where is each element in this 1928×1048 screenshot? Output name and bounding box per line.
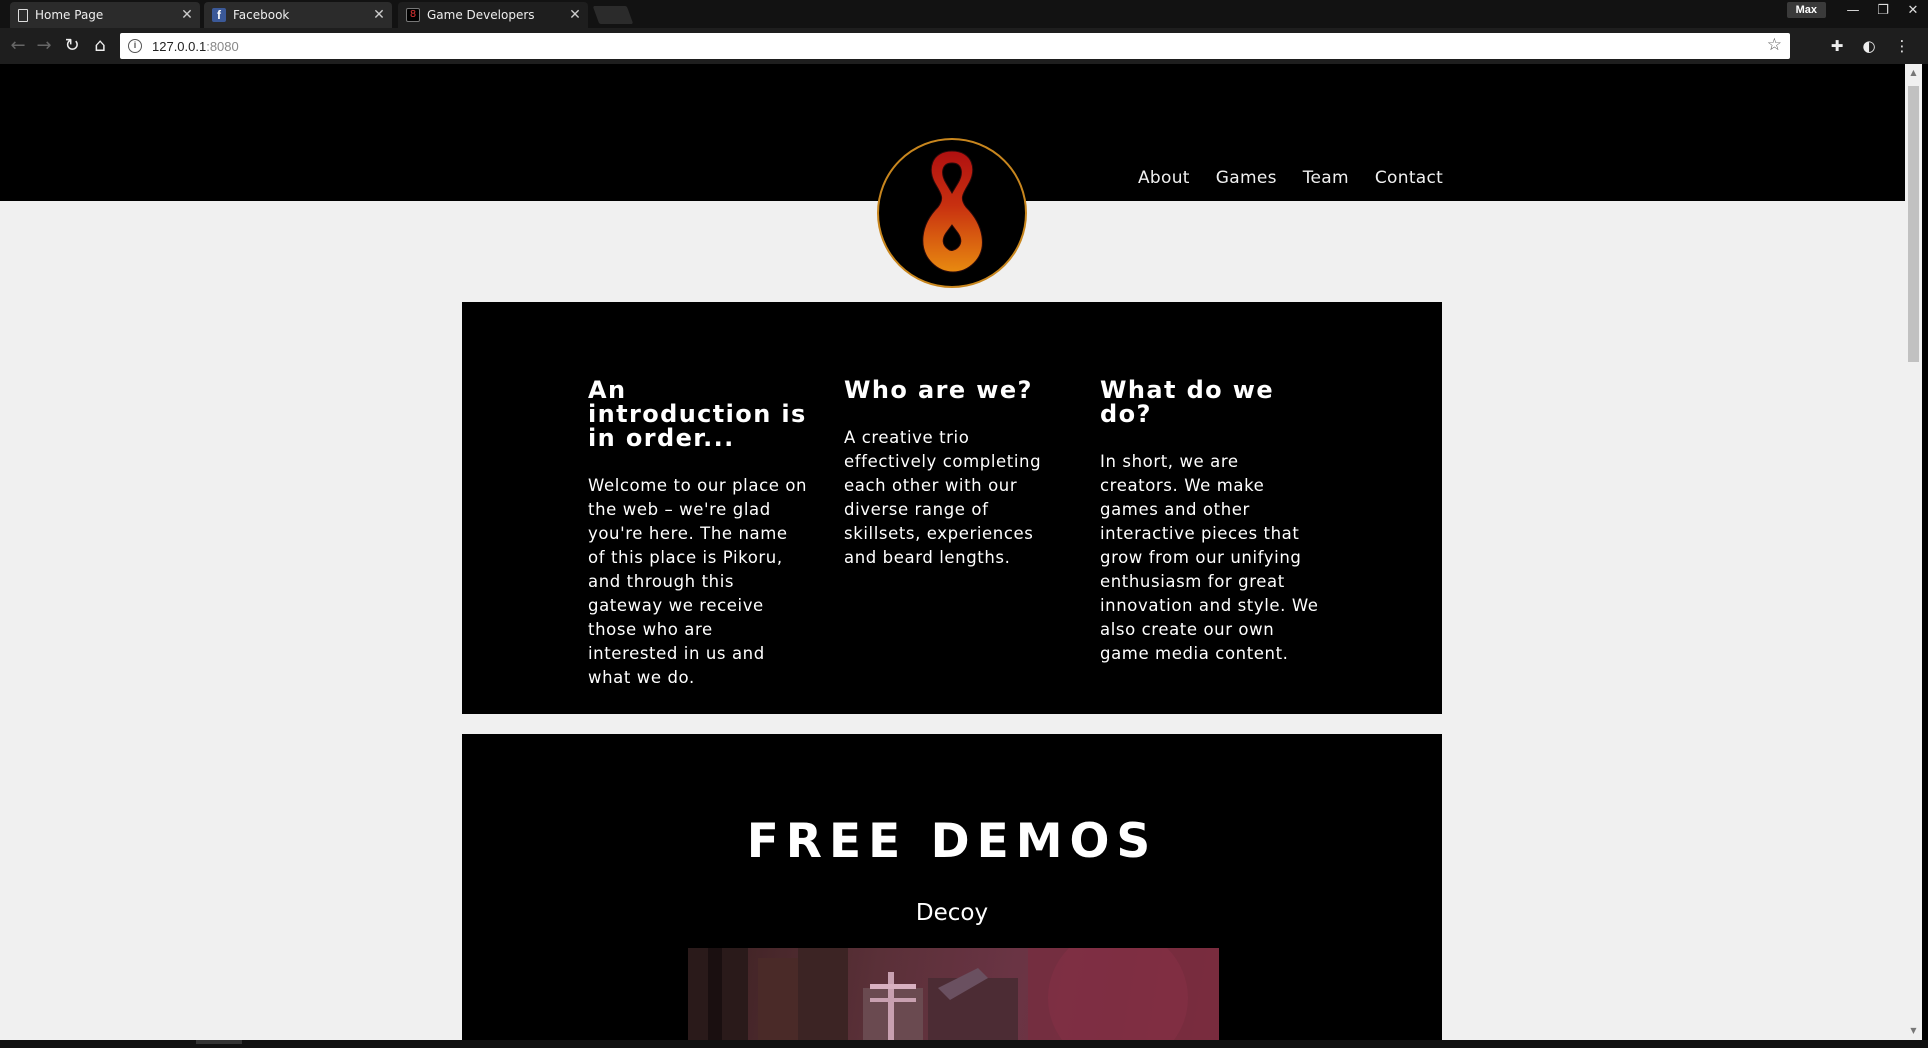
free-demos-section: FREE DEMOS Decoy [462, 734, 1442, 1040]
extension-icon[interactable]: ◐ [1860, 37, 1878, 55]
page-icon [18, 8, 28, 22]
main-nav: About Games Team Contact [1138, 168, 1443, 188]
taskbar-strip [0, 1040, 1928, 1048]
tab-game-developers[interactable]: 8 Game Developers ✕ [398, 2, 588, 28]
column-heading: What do we do? [1100, 376, 1275, 428]
web-page: About Games Team Contact An introduction… [0, 64, 1905, 1040]
logo-figure-eight-icon [922, 150, 983, 273]
browser-toolbar: ← → ↻ ⌂ i 127.0.0.1:8080 ☆ ✚ ◐ ⋮ [0, 28, 1928, 64]
window-controls: Max — ❐ ✕ [1786, 0, 1928, 20]
minimize-icon[interactable]: — [1838, 3, 1868, 18]
tab-label: Home Page [35, 8, 104, 22]
close-icon[interactable]: ✕ [566, 7, 584, 23]
section-title: FREE DEMOS [746, 814, 1158, 869]
scroll-thumb[interactable] [1908, 86, 1919, 362]
bookmark-star-icon[interactable]: ☆ [1767, 35, 1782, 55]
tab-label: Facebook [233, 8, 290, 22]
pikoru-icon: 8 [406, 8, 420, 22]
close-icon[interactable]: ✕ [178, 7, 196, 23]
pikoru-logo[interactable] [877, 138, 1027, 288]
page-scrollbar[interactable]: ▲ ▼ [1905, 64, 1922, 1040]
facebook-icon: f [212, 8, 226, 22]
menu-icon[interactable]: ⋮ [1893, 37, 1911, 55]
column-heading: An introduction is in order... [588, 376, 807, 452]
demo-title[interactable]: Decoy [462, 900, 1442, 926]
url-host: 127.0.0.1 [152, 38, 207, 54]
scroll-up-icon[interactable]: ▲ [1905, 68, 1922, 77]
intro-section: An introduction is in order... Welcome t… [462, 302, 1442, 714]
close-window-icon[interactable]: ✕ [1898, 3, 1928, 18]
column-text: In short, we are creators. We make games… [1100, 452, 1319, 663]
extension-icon[interactable]: ✚ [1828, 37, 1846, 55]
column-text: Welcome to our place on the web – we're … [588, 476, 808, 687]
column-heading: Who are we? [844, 376, 1033, 404]
taskbar-indicator [196, 1040, 242, 1044]
tab-label: Game Developers [427, 8, 535, 22]
nav-link-contact[interactable]: Contact [1375, 168, 1443, 188]
intro-column: What do we do? In short, we are creators… [1100, 378, 1320, 666]
info-icon[interactable]: i [128, 39, 142, 53]
demo-scene-graphic [688, 948, 1219, 1040]
tab-strip: Home Page ✕ f Facebook ✕ 8 Game Develope… [0, 0, 1928, 28]
new-tab-button[interactable] [592, 6, 634, 24]
home-icon[interactable]: ⌂ [88, 34, 112, 58]
nav-link-team[interactable]: Team [1303, 168, 1349, 188]
tab-facebook[interactable]: f Facebook ✕ [204, 2, 392, 28]
url-port: :8080 [206, 38, 239, 54]
forward-icon[interactable]: → [32, 34, 56, 58]
reload-icon[interactable]: ↻ [60, 34, 84, 58]
back-icon[interactable]: ← [6, 34, 30, 58]
demo-screenshot[interactable] [688, 948, 1219, 1040]
nav-link-games[interactable]: Games [1216, 168, 1277, 188]
nav-link-about[interactable]: About [1138, 168, 1190, 188]
intro-column: Who are we? A creative trio effectively … [844, 378, 1064, 570]
tab-home-page[interactable]: Home Page ✕ [10, 2, 200, 28]
restore-icon[interactable]: ❐ [1868, 3, 1898, 18]
column-text: A creative trio effectively completing e… [844, 428, 1042, 567]
close-icon[interactable]: ✕ [370, 7, 388, 23]
address-bar[interactable]: i 127.0.0.1:8080 ☆ [120, 33, 1790, 59]
intro-column: An introduction is in order... Welcome t… [588, 378, 808, 690]
profile-button[interactable]: Max [1786, 2, 1826, 18]
scroll-down-icon[interactable]: ▼ [1905, 1026, 1922, 1035]
